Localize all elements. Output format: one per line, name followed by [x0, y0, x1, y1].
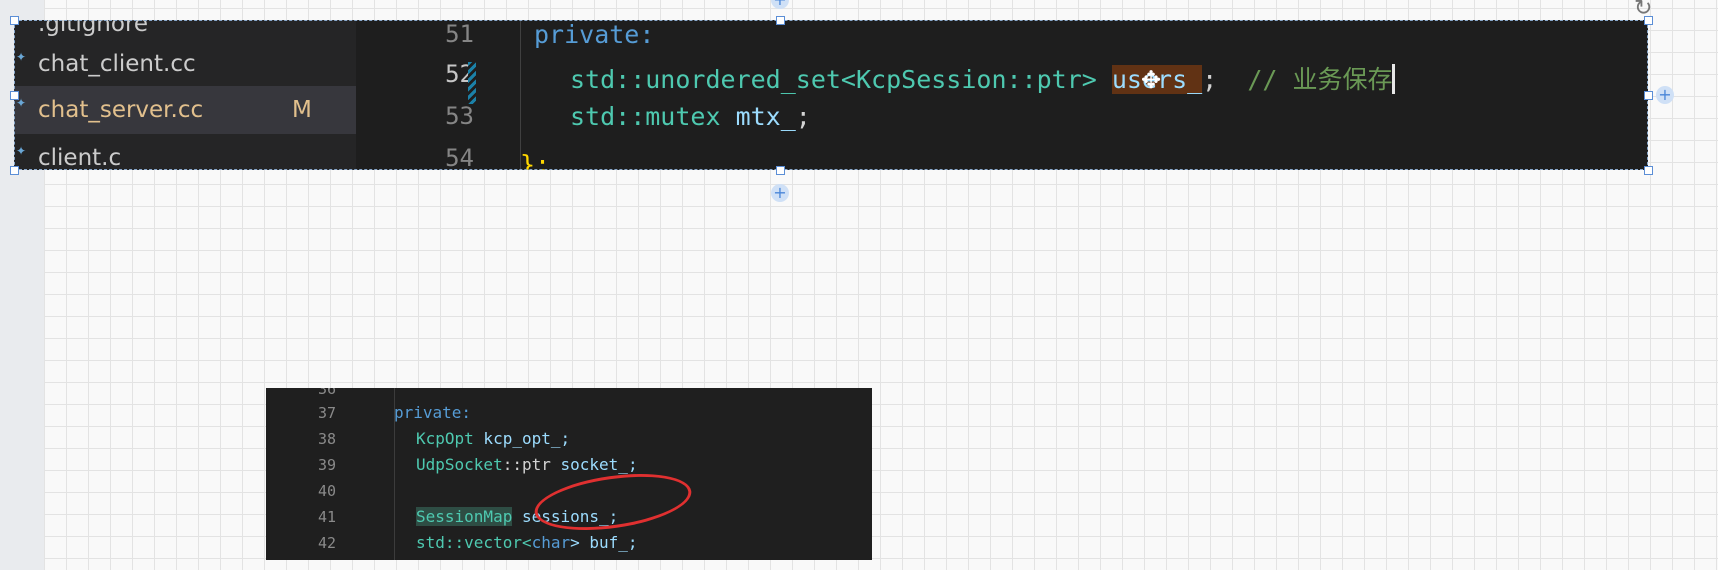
scope-ptr: ::ptr: [502, 455, 551, 474]
line-number: 38: [317, 430, 336, 448]
comment: // 业务保存: [1247, 65, 1393, 94]
red-circle-annotation: [531, 465, 695, 539]
sparkle-icon: ✦: [16, 50, 27, 64]
line-number-current: 52: [445, 60, 474, 88]
type-udpsocket: UdpSocket: [416, 455, 503, 474]
line-number: 37: [317, 404, 336, 422]
move-cursor-icon: ✥: [1141, 66, 1162, 94]
file-name: chat_server.cc: [38, 97, 204, 123]
text-cursor: [1392, 64, 1396, 94]
type-kcpsession: KcpSession: [855, 65, 1007, 94]
line-number-gutter: 51 52 53 54: [356, 20, 516, 170]
keyword-private: private:: [534, 20, 655, 49]
add-connector-icon[interactable]: +: [771, 0, 789, 9]
line-number: 53: [445, 102, 474, 130]
resize-handle-tl[interactable]: [10, 16, 19, 25]
line-number: 41: [317, 508, 336, 526]
code-line-39[interactable]: UdpSocket::ptr socket_;: [416, 455, 638, 474]
code-line-52[interactable]: std::unordered_set<KcpSession::ptr> user…: [570, 60, 1648, 96]
file-explorer: .gitignore ✦ chat_client.cc ✦ chat_serve…: [14, 20, 356, 170]
file-name: client.c: [38, 145, 122, 170]
line-number: 40: [317, 482, 336, 500]
semicolon: ;: [795, 102, 811, 131]
file-item-client[interactable]: ✦ client.c: [14, 134, 356, 170]
indent-guide: [520, 20, 521, 170]
code-line-37[interactable]: private:: [394, 403, 471, 422]
keyword-private: private:: [394, 403, 472, 422]
file-name: chat_client.cc: [38, 51, 196, 77]
code-line-38[interactable]: KcpOpt kcp_opt_;: [416, 429, 570, 448]
code-line-53[interactable]: std::mutex mtx_;: [570, 102, 1648, 131]
semicolon: ;: [1202, 65, 1248, 94]
type-mutex: std::mutex: [570, 102, 736, 131]
add-connector-icon[interactable]: +: [1656, 86, 1674, 104]
identifier-socket: socket_;: [550, 455, 638, 474]
type-kcpopt: KcpOpt: [416, 429, 474, 448]
resize-handle-b[interactable]: [776, 166, 785, 175]
type-sessionmap: SessionMap: [416, 507, 513, 526]
identifier-kcp-opt: kcp_opt_;: [473, 429, 571, 448]
resize-handle-bl[interactable]: [10, 166, 19, 175]
type-unordered-set: std::unordered_set<: [570, 65, 856, 94]
line-number: 36: [317, 388, 336, 398]
resize-handle-br[interactable]: [1644, 166, 1653, 175]
file-item-chat-server[interactable]: ✦ chat_server.cc M: [14, 86, 356, 134]
line-number: 39: [317, 456, 336, 474]
resize-handle-r[interactable]: [1644, 91, 1653, 100]
code-screenshot-top[interactable]: .gitignore ✦ chat_client.cc ✦ chat_serve…: [14, 20, 1648, 170]
type-ptr: ::ptr>: [1006, 65, 1112, 94]
closing-brace: };: [520, 150, 551, 170]
line-number: 42: [317, 534, 336, 552]
sparkle-icon: ✦: [16, 144, 27, 158]
type-char: char: [531, 533, 571, 552]
resize-handle-t[interactable]: [776, 16, 785, 25]
modified-badge: M: [292, 97, 312, 123]
file-item-chat-client[interactable]: ✦ chat_client.cc: [14, 40, 356, 88]
identifier-mtx: mtx_: [735, 102, 796, 131]
code-line-42[interactable]: std::vector<char> buf_;: [416, 533, 638, 552]
code-screenshot-bottom[interactable]: 36 37 38 39 40 41 42 private: KcpOpt kcp…: [266, 388, 872, 560]
line-number: 51: [445, 20, 474, 48]
resize-handle-l[interactable]: [10, 91, 19, 100]
modified-line-indicator: [468, 62, 476, 104]
code-line-51[interactable]: private:: [534, 20, 1648, 49]
add-connector-icon[interactable]: +: [771, 184, 789, 202]
type-vector: std::vector<: [416, 533, 532, 552]
identifier-buf: > buf_;: [570, 533, 638, 552]
rotate-icon[interactable]: ↻: [1634, 0, 1652, 21]
line-number: 54: [445, 144, 474, 170]
file-name: .gitignore: [38, 20, 149, 37]
